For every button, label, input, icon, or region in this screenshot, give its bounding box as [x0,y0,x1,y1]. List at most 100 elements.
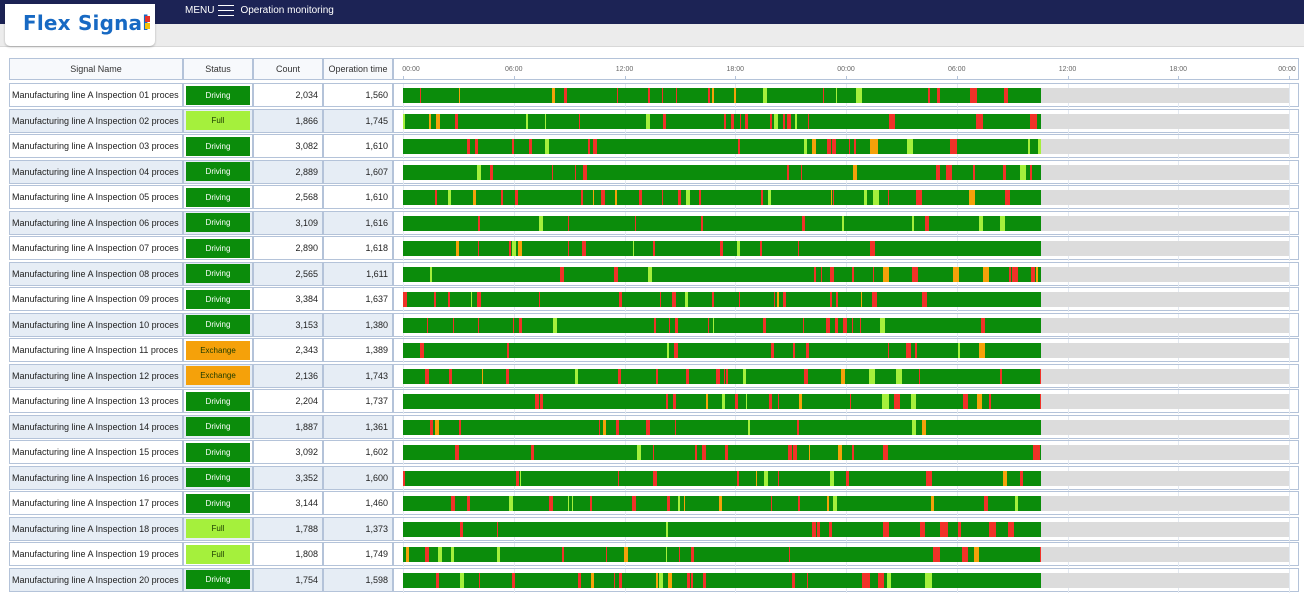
timeline-segment [684,496,685,511]
table-row[interactable]: Manufacturing line A Inspection 09 proce… [9,287,1299,312]
signal-name-cell[interactable]: Manufacturing line A Inspection 15 proce… [9,440,183,464]
timeline-segment [812,139,816,154]
column-header-signal-name[interactable]: Signal Name [9,58,183,80]
operation-time-cell: 1,749 [323,542,393,566]
timeline-track [403,113,1289,129]
signal-name-cell[interactable]: Manufacturing line A Inspection 04 proce… [9,159,183,184]
signal-name-cell[interactable]: Manufacturing line A Inspection 11 proce… [9,338,183,362]
operation-status-bar[interactable] [403,521,1041,537]
table-row[interactable]: Manufacturing line A Inspection 07 proce… [9,236,1299,261]
column-header-count[interactable]: Count [253,58,323,80]
table-row[interactable]: Manufacturing line A Inspection 15 proce… [9,440,1299,465]
signal-name-cell[interactable]: Manufacturing line A Inspection 12 proce… [9,363,183,388]
signal-name-cell[interactable]: Manufacturing line A Inspection 06 proce… [9,210,183,235]
table-row[interactable]: Manufacturing line A Inspection 18 proce… [9,516,1299,542]
timeline-segment [403,292,407,307]
operation-status-bar[interactable] [403,292,1041,307]
signal-name-cell[interactable]: Manufacturing line A Inspection 02 proce… [9,108,183,133]
timeline-segment [764,470,768,486]
signal-name-cell[interactable]: Manufacturing line A Inspection 14 proce… [9,414,183,439]
signal-name-cell[interactable]: Manufacturing line A Inspection 20 proce… [9,567,183,592]
hamburger-menu-icon[interactable] [218,5,235,16]
signal-name-cell[interactable]: Manufacturing line A Inspection 03 proce… [9,134,183,158]
signal-name-cell[interactable]: Manufacturing line A Inspection 13 proce… [9,389,183,413]
timeline-segment [882,394,889,409]
operation-status-bar[interactable] [403,266,1041,282]
page-title: Operation monitoring [240,5,334,16]
timeline-segment [1030,164,1032,180]
timeline-segment [535,394,539,409]
signal-name-cell[interactable]: Manufacturing line A Inspection 01 proce… [9,83,183,107]
table-row[interactable]: Manufacturing line A Inspection 14 proce… [9,414,1299,440]
timeline-segment [1015,496,1018,511]
operation-status-bar[interactable] [403,496,1041,511]
operation-timeline-cell [393,108,1299,134]
table-row[interactable]: Manufacturing line A Inspection 08 proce… [9,261,1299,287]
timeline-segment [435,190,437,205]
operation-status-bar[interactable] [403,164,1041,180]
operation-status-bar[interactable] [403,317,1041,333]
timeline-segment [937,88,940,103]
table-row[interactable]: Manufacturing line A Inspection 20 proce… [9,567,1299,593]
operation-status-bar[interactable] [403,113,1041,129]
signal-name-cell[interactable]: Manufacturing line A Inspection 19 proce… [9,542,183,566]
count-cell: 3,352 [253,465,323,490]
table-row[interactable]: Manufacturing line A Inspection 02 proce… [9,108,1299,134]
signal-name-cell[interactable]: Manufacturing line A Inspection 09 proce… [9,287,183,311]
operation-status-bar[interactable] [403,470,1041,486]
timeline-segment [578,572,581,588]
signal-name-cell[interactable]: Manufacturing line A Inspection 17 proce… [9,491,183,515]
table-row[interactable]: Manufacturing line A Inspection 13 proce… [9,389,1299,414]
table-row[interactable]: Manufacturing line A Inspection 16 proce… [9,465,1299,491]
timeline-segment [740,113,741,129]
table-row[interactable]: Manufacturing line A Inspection 06 proce… [9,210,1299,236]
timeline-segment [633,241,634,256]
timeline-segment [540,394,543,409]
table-row[interactable]: Manufacturing line A Inspection 10 proce… [9,312,1299,338]
operation-status-bar[interactable] [403,190,1041,205]
timeline-segment [1009,266,1011,282]
signal-name-cell[interactable]: Manufacturing line A Inspection 16 proce… [9,465,183,490]
status-cell: Driving [183,210,253,235]
operation-status-bar[interactable] [403,572,1041,588]
operation-status-bar[interactable] [403,445,1041,460]
table-row[interactable]: Manufacturing line A Inspection 05 proce… [9,185,1299,210]
signal-name-cell[interactable]: Manufacturing line A Inspection 08 proce… [9,261,183,286]
operation-status-bar[interactable] [403,241,1041,256]
timeline-gridline [1289,543,1290,567]
table-row[interactable]: Manufacturing line A Inspection 17 proce… [9,491,1299,516]
operation-status-bar[interactable] [403,88,1041,103]
table-row[interactable]: Manufacturing line A Inspection 04 proce… [9,159,1299,185]
timeline-segment [526,113,528,129]
timeline-segment [974,547,979,562]
status-cell: Driving [183,414,253,439]
table-row[interactable]: Manufacturing line A Inspection 11 proce… [9,338,1299,363]
timeline-segment [922,419,926,435]
operation-status-bar[interactable] [403,419,1041,435]
signal-name-cell[interactable]: Manufacturing line A Inspection 07 proce… [9,236,183,260]
app-logo[interactable]: Flex Signal [5,4,155,46]
operation-status-bar[interactable] [403,139,1041,154]
time-tick-label: 18:00 [1169,66,1188,73]
timeline-segment [774,113,778,129]
signal-name-cell[interactable]: Manufacturing line A Inspection 18 proce… [9,516,183,541]
column-header-status[interactable]: Status [183,58,253,80]
timeline-segment [798,241,799,256]
operation-status-bar[interactable] [403,343,1041,358]
menu-label[interactable]: MENU [185,5,214,16]
count-cell: 2,136 [253,363,323,388]
table-row[interactable]: Manufacturing line A Inspection 12 proce… [9,363,1299,389]
signal-name-cell[interactable]: Manufacturing line A Inspection 05 proce… [9,185,183,209]
operation-status-bar[interactable] [403,394,1041,409]
timeline-segment [940,521,948,537]
signal-name-cell[interactable]: Manufacturing line A Inspection 10 proce… [9,312,183,337]
table-row[interactable]: Manufacturing line A Inspection 03 proce… [9,134,1299,159]
column-header-operation-time[interactable]: Operation time [323,58,393,80]
table-row[interactable]: Manufacturing line A Inspection 01 proce… [9,83,1299,108]
operation-status-bar[interactable] [403,368,1041,384]
table-row[interactable]: Manufacturing line A Inspection 19 proce… [9,542,1299,567]
operation-status-bar[interactable] [403,547,1041,562]
main-menu[interactable]: MENU Operation monitoring [185,5,334,16]
operation-status-bar[interactable] [403,215,1041,231]
status-badge: Driving [186,493,250,513]
